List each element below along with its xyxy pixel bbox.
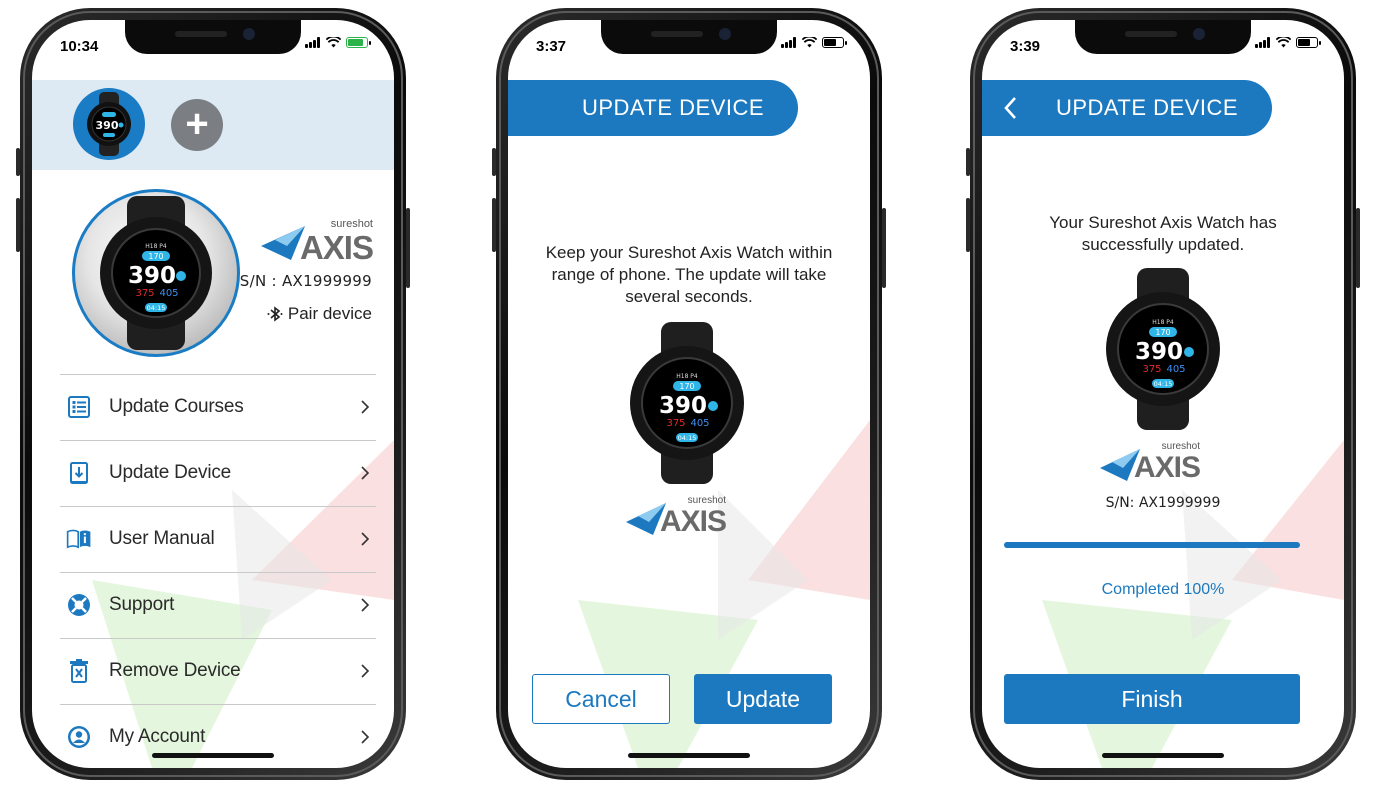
watch-time-value: 04:15: [1154, 380, 1173, 388]
wifi-icon: [802, 37, 817, 48]
watch-time-value: 04:15: [678, 434, 697, 442]
watch-blue-value: 405: [690, 418, 709, 429]
update-progress-bar: [1004, 542, 1300, 548]
pair-device-button[interactable]: Pair device: [266, 304, 372, 324]
menu-item-support[interactable]: Support: [60, 572, 376, 636]
phone-frame-1: 10:34 390 + H18 P4 170 390 375 405 04:15…: [16, 8, 410, 780]
watch-red-value: 375: [666, 418, 685, 429]
watch-red-value: 375: [1142, 364, 1161, 375]
signal-icon: [781, 37, 797, 48]
chevron-right-icon: [361, 663, 370, 678]
watch-hole-label: H18 P4: [676, 373, 698, 380]
update-instructions: Keep your Sureshot Axis Watch within ran…: [545, 243, 833, 306]
watch-image: H18 P4 170 390 375 405 04:15: [100, 196, 212, 350]
update-button[interactable]: Update: [694, 674, 832, 724]
signal-icon: [1255, 37, 1271, 48]
watch-main-value: 390: [1135, 339, 1183, 365]
watch-small-value: 170: [679, 382, 694, 391]
battery-icon: [1296, 37, 1321, 48]
thumb-distance: 390: [96, 119, 119, 132]
watch-time-value: 04:15: [147, 304, 166, 312]
finish-button[interactable]: Finish: [1004, 674, 1300, 724]
screen-update-device: 3:37 UPDATE DEVICE Keep your Sureshot Ax…: [508, 20, 870, 768]
watch-hole-label: H18 P4: [1152, 319, 1174, 326]
watch-blue-value: 405: [159, 288, 178, 299]
chevron-right-icon: [361, 729, 370, 744]
header-bar: UPDATE DEVICE: [508, 80, 798, 136]
home-indicator[interactable]: [628, 753, 750, 758]
list-icon: [66, 394, 92, 420]
screen-update-complete: 3:39 UPDATE DEVICE Your Sureshot Axis Wa…: [982, 20, 1344, 768]
status-bar: 3:37: [508, 20, 870, 60]
menu-item-update-courses[interactable]: Update Courses: [60, 374, 376, 438]
watch-small-value: 170: [148, 252, 163, 261]
serial-number: S/N: AX1999999: [1105, 495, 1221, 511]
pair-device-label: Pair device: [287, 304, 372, 323]
watch-thumbnail: 390: [87, 92, 131, 156]
serial-number: S/N : AX1999999: [239, 272, 372, 290]
home-indicator[interactable]: [152, 753, 274, 758]
battery-icon: [822, 37, 847, 48]
menu-item-user-manual[interactable]: User Manual: [60, 506, 376, 570]
chevron-right-icon: [361, 531, 370, 546]
menu-label: Update Device: [109, 461, 232, 483]
watch-image: H18 P4 170 390 375 405 04:15: [1106, 268, 1220, 430]
progress-fill: [1004, 542, 1300, 548]
lifebuoy-icon: [66, 592, 92, 618]
book-icon: [66, 526, 92, 552]
logo-big-text: AXIS: [659, 505, 727, 538]
menu-label: My Account: [109, 725, 206, 747]
user-circle-icon: [66, 724, 92, 750]
signal-icon: [305, 37, 321, 48]
menu-item-update-device[interactable]: Update Device: [60, 440, 376, 504]
chevron-right-icon: [361, 399, 370, 414]
watch-image: H18 P4 170 390 375 405 04:15: [630, 322, 744, 484]
logo-big-text: AXIS: [1133, 451, 1201, 484]
watch-hole-label: H18 P4: [145, 243, 167, 250]
trash-icon: [66, 658, 92, 684]
watch-main-value: 390: [659, 393, 707, 419]
download-device-icon: [66, 460, 92, 486]
chevron-right-icon: [361, 597, 370, 612]
battery-charging-icon: [346, 37, 371, 48]
status-time: 10:34: [60, 38, 99, 55]
phone-frame-3: 3:39 UPDATE DEVICE Your Sureshot Axis Wa…: [966, 8, 1360, 780]
success-message: Your Sureshot Axis Watch has successfull…: [1049, 213, 1277, 254]
menu-label: Update Courses: [109, 395, 244, 417]
wifi-icon: [1276, 37, 1291, 48]
axis-logo: sureshot AXIS: [261, 218, 374, 266]
home-indicator[interactable]: [1102, 753, 1224, 758]
device-photo: H18 P4 170 390 375 405 04:15: [72, 189, 240, 357]
phone-frame-2: 3:37 UPDATE DEVICE Keep your Sureshot Ax…: [492, 8, 886, 780]
status-bar: 10:34: [32, 20, 394, 60]
status-time: 3:37: [536, 38, 567, 55]
watch-main-value: 390: [128, 263, 176, 289]
status-time: 3:39: [1010, 38, 1041, 55]
header-bar: UPDATE DEVICE: [982, 80, 1272, 136]
watch-blue-value: 405: [1166, 364, 1185, 375]
watch-red-value: 375: [135, 288, 154, 299]
menu-item-my-account[interactable]: My Account: [60, 704, 376, 768]
axis-logo: sureshot AXIS: [1100, 441, 1201, 484]
page-title: UPDATE DEVICE: [581, 95, 765, 120]
add-device-button[interactable]: +: [171, 99, 223, 151]
device-avatar[interactable]: 390: [73, 88, 145, 160]
logo-big-text: AXIS: [299, 229, 374, 266]
screen-devices: 10:34 390 + H18 P4 170 390 375 405 04:15…: [32, 20, 394, 768]
bluetooth-icon: [267, 306, 283, 322]
cancel-button[interactable]: Cancel: [532, 674, 670, 724]
progress-label: Completed 100%: [1101, 581, 1225, 598]
back-chevron-icon[interactable]: [1000, 94, 1022, 122]
wifi-icon: [326, 37, 341, 48]
menu-label: Remove Device: [109, 659, 241, 681]
plus-icon: +: [185, 101, 209, 146]
status-bar: 3:39: [982, 20, 1344, 60]
axis-logo: sureshot AXIS: [626, 495, 727, 538]
chevron-right-icon: [361, 465, 370, 480]
menu-label: User Manual: [109, 527, 215, 549]
menu-label: Support: [109, 593, 175, 615]
menu-item-remove-device[interactable]: Remove Device: [60, 638, 376, 702]
watch-small-value: 170: [1155, 328, 1170, 337]
page-title: UPDATE DEVICE: [1055, 95, 1239, 120]
